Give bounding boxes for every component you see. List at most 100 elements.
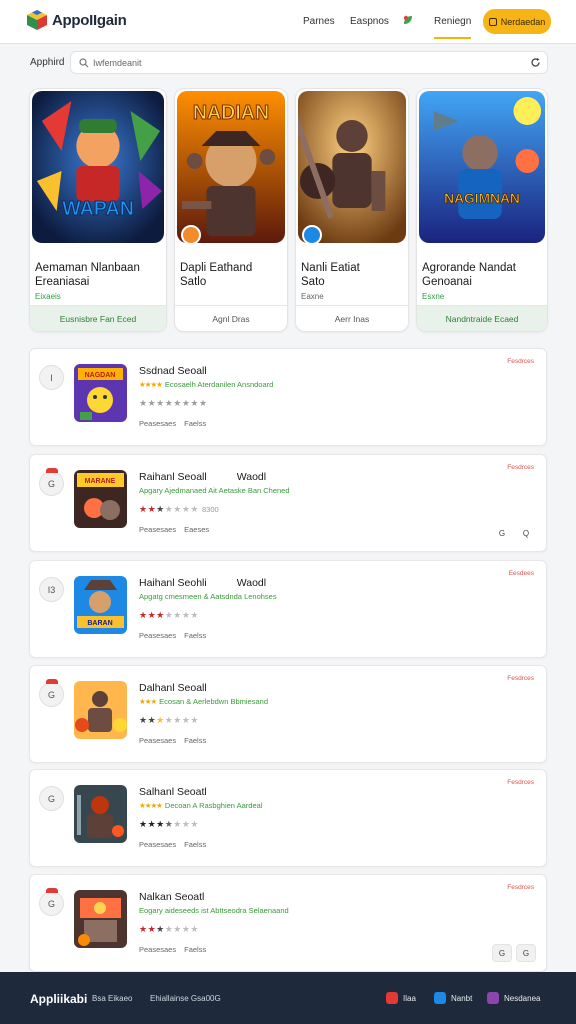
featured-title-3: Nanli Eatiat Sato [301,262,360,288]
nav-item-2[interactable]: Easpnos [350,16,389,27]
red-marker-icon [46,888,58,893]
featured-card-3[interactable]: Nanli Eatiat Sato Eaxne Aerr Inas [295,88,409,332]
star-rating-4: ★★★★★★★ [139,715,199,725]
star-rating-3: ★★★★★★★ [139,610,199,620]
share-icon[interactable]: Q [516,524,536,542]
featured-button-4[interactable]: Nandntraide Ecaed [417,305,547,331]
list-desc-3: Apgatg cmesmeen & Aatsdnda Lenohses [139,592,277,601]
rank-circle-5: G [39,786,64,811]
featured-card-1[interactable]: WAPAN Aemaman Nlanbaan Ereaniasai Eixaeis… [29,88,167,332]
list-meta-3: Peasesaes Faelss [139,631,207,640]
footer-link-2[interactable]: Ehiallainse Gsa00G [150,994,221,1003]
list-card-6[interactable]: G Nalkan Seoatl Eogary aideseeds ist Abt… [29,874,547,972]
cube-logo-icon[interactable] [26,9,48,31]
featured-button-2[interactable]: Agnl Dras [175,305,287,331]
footer-link-1[interactable]: Bsa Eikaeo [92,994,132,1003]
list-meta-5: Peasesaes Faelss [139,840,207,849]
featured-title-1: Aemaman Nlanbaan Ereaniasai [35,262,140,288]
footer-brand[interactable]: Appliikabi [30,992,87,1006]
refresh-icon[interactable] [530,57,541,68]
list-meta-2: Peasesaes Eaeses [139,525,210,534]
thumb-text-2: MARANE [85,478,116,485]
featured-title-4: Agrorande Nandat Genoanai [422,262,516,288]
list-title-3: Haihanl Seohli Waodl [139,577,267,589]
bookmark-icon [488,17,497,26]
list-badge-1: Fesdrces [507,358,534,365]
red-marker-icon [46,679,58,684]
app-logo-text[interactable]: AppoIIgain [52,12,127,29]
game-thumbnail-6 [74,890,127,948]
leaf-icon[interactable] [402,14,414,26]
rank-circle-2: G [39,468,64,496]
featured-title-2: Dapli Eathand Satlo [180,262,253,288]
list-desc-2: Apgary Ajedmanaed Ait Aetaske Ban Chened [139,486,290,495]
nav-item-1[interactable]: Parnes [303,16,335,27]
red-marker-icon [46,468,58,473]
featured-art-text-2: NADIAN [193,102,269,124]
list-card-5[interactable]: G Salhanl Seoatl ★★★★ Decoan A Rasbghien … [29,769,547,867]
rank-circle-3: I3 [39,577,64,602]
search-placeholder: Iwfemdeanit [93,58,142,68]
game-thumbnail-2: MARANE [74,470,127,528]
settings-icon[interactable]: G [492,944,512,962]
youtube-icon [386,992,398,1004]
settings-icon[interactable]: G [492,524,512,542]
star-rating-5: ★★★★★★★ [139,819,200,829]
star-rating-6: ★★★★★★★ [139,924,199,934]
rank-circle-6: G [39,888,64,916]
list-title-6: Nalkan Seoatl [139,891,205,903]
desc-stars-icon: ★★★★ [139,380,163,389]
list-badge-4: Fesdrces [507,675,534,682]
game-thumbnail-1: NAGDAN [74,364,127,422]
star-rating-2: ★★★★★★★ 8300 [139,504,219,514]
header-primary-button[interactable]: Nerdaedan [483,9,551,34]
footer: Appliikabi Bsa Eikaeo Ehiallainse Gsa00G… [0,972,576,1024]
nav-item-3-active[interactable]: Reniegn [434,16,472,39]
orange-badge-icon [181,225,201,245]
list-badge-6: Fesdrces [507,884,534,891]
featured-sub-1: Eixaeis [35,292,61,301]
list-badge-2: Fesdrces [507,464,534,471]
options-icon[interactable]: G [516,944,536,962]
featured-card-2[interactable]: NADIAN Dapli Eathand Satlo Agnl Dras [174,88,288,332]
featured-art-2: NADIAN [177,91,285,243]
desc-stars-icon: ★★★ [139,697,157,706]
instagram-icon [487,992,499,1004]
list-desc-1: ★★★★ Ecosaelh Aterdanilen Ansndoard [139,380,274,389]
list-title-2: Raihanl Seoall Waodl [139,471,267,483]
list-title-1: Ssdnad Seoall [139,365,207,377]
featured-art-text-4: NAGIMNAN [444,190,520,206]
list-card-2[interactable]: G MARANE Raihanl Seoall Waodl Apgary Ajed… [29,454,547,552]
list-card-4[interactable]: G Dalhanl Seoall ★★★ Ecosan & Aerlebdwn B… [29,665,547,763]
blue-badge-icon [302,225,322,245]
featured-button-1[interactable]: Eusnisbre Fan Eced [30,305,166,331]
featured-sub-3: Eaxne [301,292,324,301]
featured-card-4[interactable]: NAGIMNAN Agrorande Nandat Genoanai Esxne … [416,88,548,332]
game-thumbnail-3: BARAN [74,576,127,634]
footer-social-1[interactable]: Ilaa [386,992,416,1004]
featured-button-3[interactable]: Aerr Inas [296,305,408,331]
header-button-label: Nerdaedan [500,16,546,27]
list-desc-5: ★★★★ Decoan A Rasbghien Aardeal [139,801,263,810]
game-thumbnail-5 [74,785,127,843]
search-input[interactable]: Iwfemdeanit [70,51,548,74]
thumb-text-3: BARAN [87,620,112,627]
featured-art-text-1: WAPAN [62,198,134,220]
list-meta-4: Peasesaes Faelss [139,736,207,745]
featured-art-4: NAGIMNAN [419,91,545,243]
search-label: Apphird [30,57,65,68]
list-card-3[interactable]: I3 BARAN Haihanl Seohli Waodl Apgatg cmes… [29,560,547,658]
footer-social-2[interactable]: Nanbt [434,992,472,1004]
thumb-text-1: NAGDAN [85,372,116,379]
list-actions-6: G G [492,944,536,962]
rank-circle-4: G [39,679,64,707]
list-badge-5: Fesdrces [507,779,534,786]
list-title-5: Salhanl Seoatl [139,786,207,798]
list-badge-3: Eesdees [508,570,534,577]
desc-stars-icon: ★★★★ [139,801,163,810]
list-actions-2: G Q [492,524,536,542]
star-rating-1: ★★★★★★★★ [139,398,208,408]
footer-social-3[interactable]: Nesdanea [487,992,540,1004]
list-desc-4: ★★★ Ecosan & Aerlebdwn Bbmiesand [139,697,268,706]
list-card-1[interactable]: I NAGDAN Ssdnad Seoall ★★★★ Ecosaelh Ater… [29,348,547,446]
